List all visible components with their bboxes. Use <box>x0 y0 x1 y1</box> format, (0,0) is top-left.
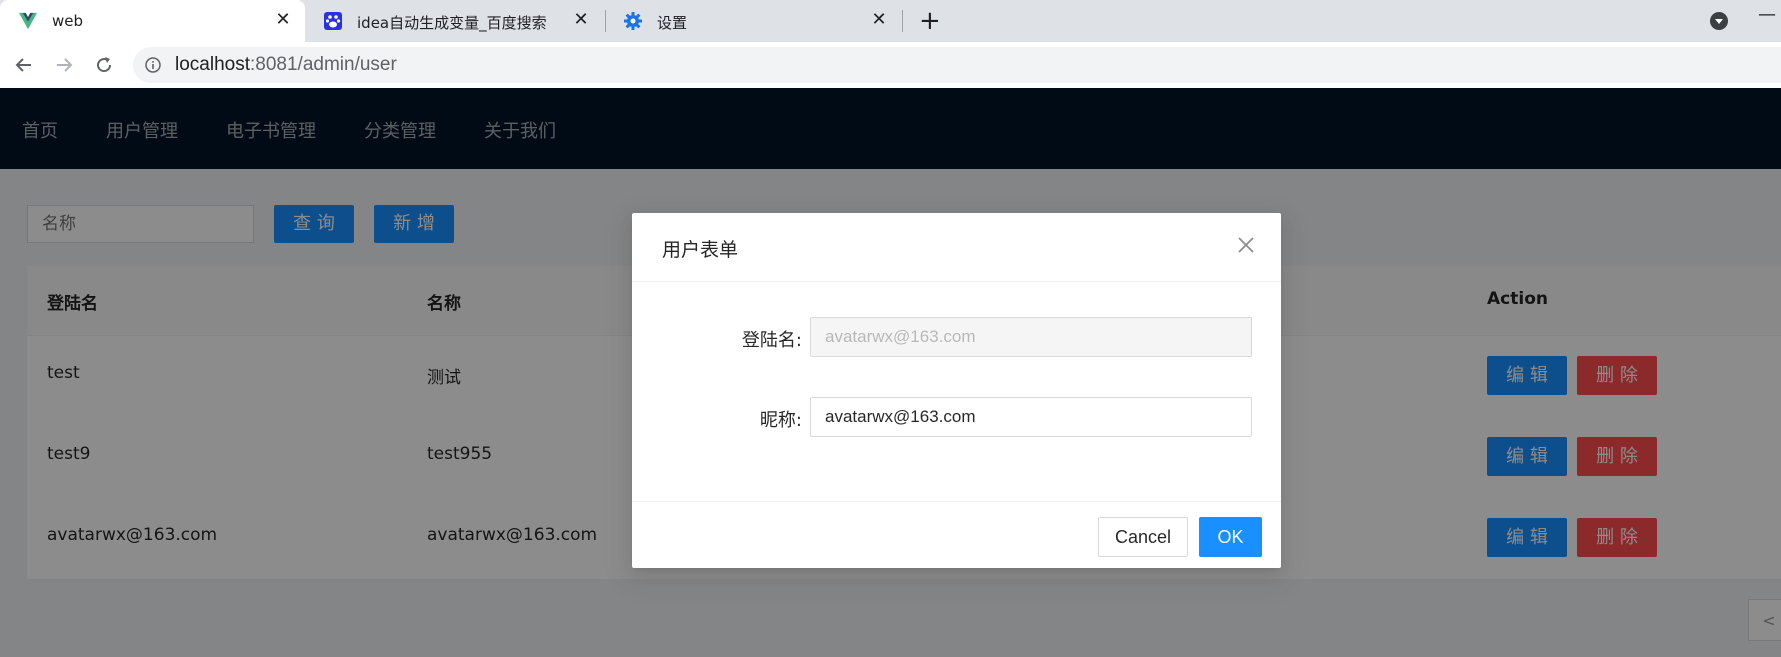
user-form-modal: 用户表单 登陆名: 昵称: Cancel OK <box>632 213 1281 568</box>
new-tab-button[interactable]: + <box>919 7 941 35</box>
tab-title: web <box>52 12 84 30</box>
tab-close-icon[interactable]: ✕ <box>273 10 293 30</box>
minimize-icon[interactable]: — <box>1758 4 1776 25</box>
tab-search-dropdown-icon[interactable] <box>1710 12 1728 30</box>
url-path: :8081/admin/user <box>250 54 397 75</box>
modal-footer: Cancel OK <box>632 501 1281 569</box>
tab-separator <box>902 10 903 32</box>
ok-button[interactable]: OK <box>1199 517 1262 557</box>
login-name-input <box>811 318 1251 356</box>
url-text[interactable]: localhost:8081/admin/user <box>175 54 397 76</box>
baidu-paw-icon <box>324 12 342 30</box>
close-icon[interactable] <box>1234 233 1258 257</box>
tab-title: 设置 <box>657 14 688 32</box>
url-host: localhost <box>175 54 250 75</box>
url-omnibox[interactable]: localhost:8081/admin/user <box>133 47 1781 83</box>
tab-title: idea自动生成变量_百度搜索 <box>357 14 547 32</box>
nickname-label: 昵称: <box>759 410 802 431</box>
cancel-button[interactable]: Cancel <box>1098 517 1188 557</box>
browser-tab-web[interactable]: web ✕ <box>0 0 305 42</box>
tab-close-icon[interactable]: ✕ <box>869 10 889 30</box>
modal-header: 用户表单 <box>632 213 1281 282</box>
vue-logo-icon <box>19 12 37 30</box>
reload-icon[interactable] <box>91 52 117 78</box>
browser-tab-bar: web ✕ idea自动生成变量_百度搜索 ✕ 设置 ✕ + — <box>0 0 1781 42</box>
tab-close-icon[interactable]: ✕ <box>571 10 591 30</box>
login-name-label: 登陆名: <box>741 330 802 351</box>
forward-arrow-icon[interactable] <box>51 52 77 78</box>
nickname-input[interactable] <box>811 398 1251 436</box>
modal-title: 用户表单 <box>662 239 739 261</box>
nickname-field[interactable] <box>810 397 1252 437</box>
login-name-field <box>810 317 1252 357</box>
address-bar: localhost:8081/admin/user <box>0 42 1781 88</box>
browser-tab-baidu[interactable]: idea自动生成变量_百度搜索 ✕ <box>305 0 603 42</box>
back-arrow-icon[interactable] <box>11 52 37 78</box>
gear-icon <box>624 12 642 30</box>
info-icon[interactable] <box>145 57 161 73</box>
browser-tab-settings[interactable]: 设置 ✕ <box>605 0 901 42</box>
